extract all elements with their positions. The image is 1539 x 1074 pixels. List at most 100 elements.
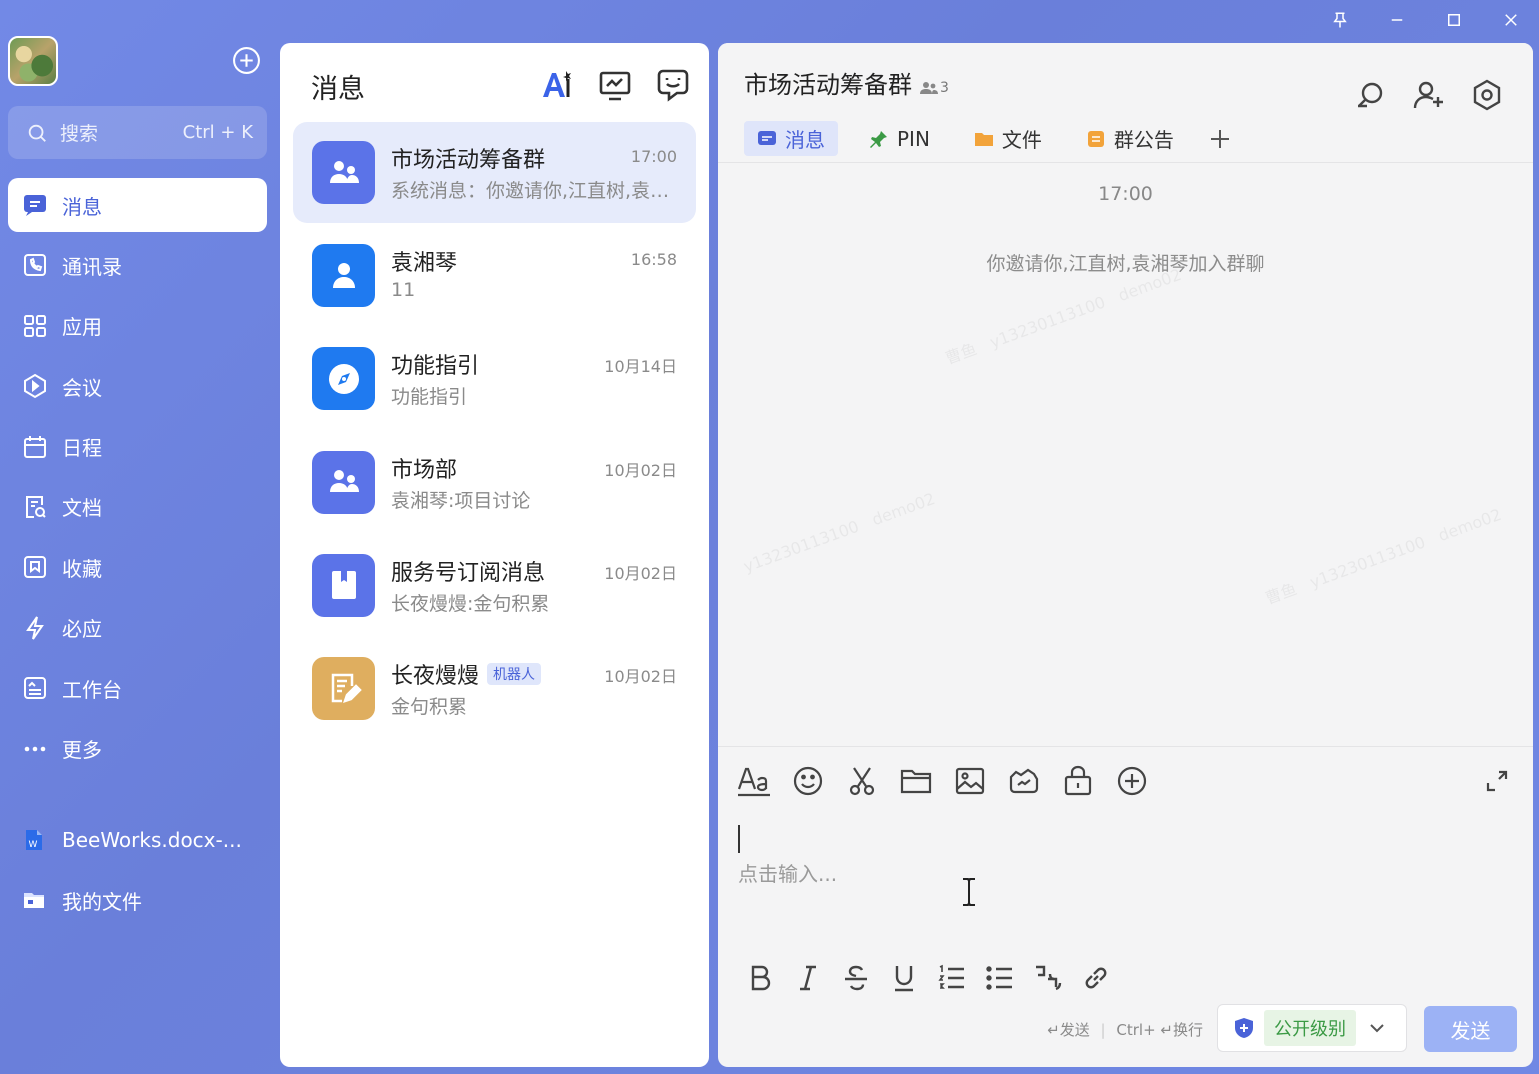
security-level-select[interactable]: 公开级别 [1217,1004,1407,1052]
tab-files[interactable]: 文件 [961,121,1055,156]
add-more-icon[interactable] [1114,763,1150,799]
sidebar-item-calendar[interactable]: 日程 [8,420,267,474]
sidebar-item-meeting[interactable]: 会议 [8,359,267,413]
pin-icon[interactable] [1311,6,1368,34]
person-icon [332,262,355,288]
watermark: 曹鱼 y13230113100 demo02 [942,264,1184,369]
strikethrough-icon[interactable] [840,962,872,994]
text-format-icon[interactable] [736,763,772,799]
sidebar-item-favorites[interactable]: 收藏 [8,540,267,594]
svg-text:W: W [29,840,38,850]
link-icon[interactable] [1080,962,1112,994]
conversation-preview: 金句积累 [391,695,468,718]
search-bar[interactable]: 搜索 Ctrl + K [8,106,267,159]
chat-bubble-icon[interactable] [655,67,691,103]
conversation-item[interactable]: 长夜熳熳 机器人 10月02日 金句积累 [293,638,696,739]
conversation-list-panel: 消息 市场活动筹备群 17:00 系统消息：你邀请你,江直树,袁湘琴加入群聊 袁… [280,43,709,1067]
recent-file-my-files[interactable]: 我的文件 [8,872,267,928]
conversation-preview: 袁湘琴:项目讨论 [391,489,531,512]
chat-header: 市场活动筹备群 3 消息 PIN 文件 群公告 [718,43,1533,163]
send-button[interactable]: 发送 [1424,1006,1517,1052]
message-area: 曹鱼 y13230113100 demo02 y13230113100 demo… [718,163,1533,746]
members-icon [920,82,938,94]
add-circle-icon[interactable] [232,46,261,75]
maximize-icon[interactable] [1425,6,1482,34]
lightning-icon [26,616,44,640]
conversation-time: 10月02日 [604,563,677,583]
conversation-item[interactable]: 袁湘琴 16:58 11 [293,225,696,326]
sidebar-item-apps[interactable]: 应用 [8,299,267,353]
conversation-item[interactable]: 市场部 10月02日 袁湘琴:项目讨论 [293,432,696,533]
chat-header-actions [1353,77,1505,113]
bullet-list-icon[interactable] [984,962,1016,994]
meeting-icon [24,374,46,399]
pin-icon [870,130,887,148]
word-doc-icon: W [26,830,42,850]
compass-icon [328,363,359,394]
composer-toolbar [736,763,1150,799]
emoji-icon[interactable] [790,763,826,799]
conversation-item[interactable]: 功能指引 10月14日 功能指引 [293,328,696,429]
member-count[interactable]: 3 [920,80,949,96]
sidebar-item-more[interactable]: 更多 [8,722,267,776]
docs-icon [26,495,46,518]
screenshot-icon[interactable] [1006,763,1042,799]
folder-icon [24,893,44,908]
sidebar-item-workbench[interactable]: 工作台 [8,661,267,715]
panel-title: 消息 [311,74,365,105]
italic-icon[interactable] [792,962,824,994]
conversation-item[interactable]: 服务号订阅消息 10月02日 长夜熳熳:金句积累 [293,535,696,636]
robot-badge: 机器人 [487,662,542,685]
ordered-list-icon[interactable] [936,962,968,994]
member-count-value: 3 [940,80,949,96]
bold-icon[interactable] [744,962,776,994]
sidebar-item-contacts[interactable]: 通讯录 [8,238,267,292]
scissors-icon[interactable] [844,763,880,799]
conversation-item[interactable]: 市场活动筹备群 17:00 系统消息：你邀请你,江直树,袁湘琴加入群聊 [293,122,696,223]
user-avatar[interactable] [8,36,58,86]
add-member-icon[interactable] [1411,77,1447,113]
conversation-preview: 长夜熳熳:金句积累 [391,592,550,615]
conversation-tools [539,67,691,103]
hint-newline: Ctrl+ ↵换行 [1116,1021,1203,1039]
recent-file-beeworks[interactable]: W BeeWorks.docx-... [8,812,267,868]
sidebar-nav: 消息 通讯录 应用 会议 日程 文档 收藏 必应 工作台 更多 [8,178,267,782]
contacts-icon [24,254,46,277]
underline-icon[interactable] [888,962,920,994]
sidebar-item-messages[interactable]: 消息 [8,178,267,232]
message-icon [24,195,46,216]
search-placeholder: 搜索 [60,123,99,145]
text-cursor-icon [958,877,980,907]
message-composer: ↵发送 | Ctrl+ ↵换行 公开级别 发送 [718,746,1533,1067]
settings-icon[interactable] [1469,77,1505,113]
sidebar-item-bing[interactable]: 必应 [8,601,267,655]
ai-icon[interactable] [539,67,575,103]
calendar-icon [24,435,46,458]
sidebar-item-label: 工作台 [62,677,122,702]
sidebar-item-label: 必应 [62,617,102,642]
tab-pin[interactable]: PIN [856,121,943,156]
close-icon[interactable] [1482,6,1539,34]
sidebar-item-label: 收藏 [62,556,102,581]
quote-icon[interactable] [1032,962,1064,994]
folder-icon[interactable] [898,763,934,799]
search-chat-icon[interactable] [1353,77,1389,113]
image-icon[interactable] [952,763,988,799]
conversation-name: 功能指引 [391,354,480,380]
tab-announcement[interactable]: 群公告 [1073,121,1187,156]
message-input[interactable] [738,819,1508,929]
screen-share-icon[interactable] [597,67,633,103]
text-caret [738,825,740,853]
expand-icon[interactable] [1483,767,1511,795]
minimize-icon[interactable] [1368,6,1425,34]
guide-avatar [312,347,375,411]
conversation-time: 16:58 [630,250,677,270]
tab-messages[interactable]: 消息 [744,121,838,156]
sidebar-item-docs[interactable]: 文档 [8,480,267,534]
lock-icon[interactable] [1060,763,1096,799]
add-tab-icon[interactable] [1207,126,1233,152]
security-level-value: 公开级别 [1264,1010,1356,1046]
conversation-time: 10月14日 [604,357,677,377]
tab-label: 文件 [1001,128,1042,152]
conversation-name: 市场活动筹备群 [391,148,546,173]
